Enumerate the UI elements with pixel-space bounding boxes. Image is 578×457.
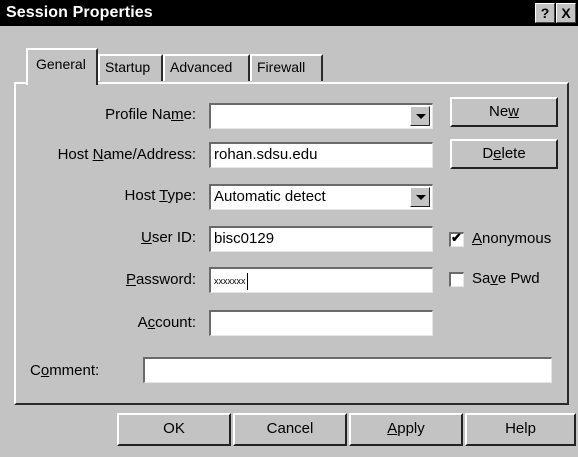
ok-button[interactable]: OK [117,413,231,446]
user-id-input[interactable]: bisc0129 [209,226,433,252]
comment-input[interactable] [143,357,552,383]
new-button[interactable]: New [450,97,558,127]
checkmark-icon: ✔ [451,230,462,245]
chevron-down-icon[interactable] [410,106,430,126]
text-caret [246,273,248,290]
account-input[interactable] [209,310,433,336]
tab-general[interactable]: General [26,48,98,85]
host-type-dropdown[interactable]: Automatic detect [209,184,433,210]
tab-startup[interactable]: Startup [98,54,163,81]
title-bar[interactable]: Session Properties ? X [0,0,578,26]
host-type-value: Automatic detect [214,188,326,205]
close-icon[interactable]: X [556,3,576,23]
delete-button[interactable]: Delete [450,139,558,169]
host-name-label: Host Name/Address: [57,146,196,163]
password-label: Password: [125,271,196,288]
help-icon[interactable]: ? [535,3,555,23]
tab-advanced[interactable]: Advanced [163,54,250,81]
password-input[interactable]: xxxxxxx [209,267,433,293]
tab-firewall[interactable]: Firewall [250,54,323,81]
host-name-input[interactable]: rohan.sdsu.edu [209,142,433,168]
account-label: Account: [137,314,196,331]
help-button[interactable]: Help [465,413,576,446]
window-title: Session Properties [6,4,153,21]
host-type-label: Host Type: [124,187,196,204]
anonymous-label[interactable]: Anonymous [472,230,551,247]
anonymous-checkbox[interactable]: ✔ [449,230,464,247]
profile-name-label: Profile Name: [105,106,196,123]
cancel-button[interactable]: Cancel [233,413,347,446]
session-properties-dialog: Session Properties ? X General Startup A… [0,0,578,457]
user-id-label: User ID: [140,229,196,246]
password-mask: xxxxxxx [214,276,246,286]
comment-label: Comment: [30,362,100,379]
apply-button[interactable]: Apply [349,413,463,446]
profile-name-dropdown[interactable] [209,103,433,129]
chevron-down-icon[interactable] [410,187,430,207]
save-pwd-label[interactable]: Save Pwd [472,270,540,287]
save-pwd-checkbox[interactable] [449,272,464,287]
